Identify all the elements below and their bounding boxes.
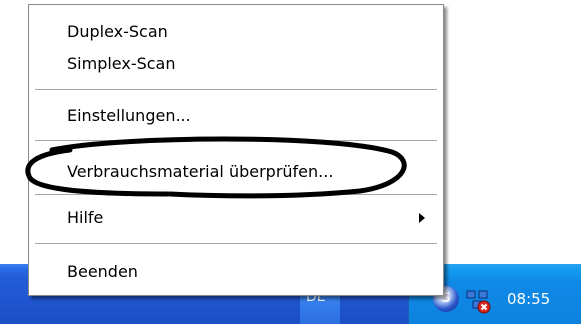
menu-item-simplex-scan[interactable]: Simplex-Scan [29, 51, 443, 77]
menu-separator [35, 140, 437, 142]
menu-item-label: Beenden [67, 262, 138, 281]
menu-item-label: Einstellungen... [67, 106, 191, 125]
menu-separator [35, 194, 437, 196]
menu-item-exit[interactable]: Beenden [29, 259, 443, 285]
menu-item-label: Duplex-Scan [67, 22, 168, 41]
menu-separator [35, 89, 437, 91]
menu-item-label: Verbrauchsmaterial überprüfen... [67, 162, 334, 181]
network-tray-icon[interactable] [465, 288, 491, 314]
menu-item-check-consumables[interactable]: Verbrauchsmaterial überprüfen... [29, 159, 443, 185]
submenu-arrow-icon [419, 213, 425, 223]
tray-context-menu: Duplex-Scan Simplex-Scan Einstellungen..… [28, 4, 444, 296]
menu-item-label: Hilfe [67, 208, 104, 227]
menu-item-settings[interactable]: Einstellungen... [29, 103, 443, 129]
menu-separator [35, 243, 437, 245]
menu-item-label: Simplex-Scan [67, 54, 176, 73]
menu-item-help[interactable]: Hilfe [29, 205, 443, 231]
clock[interactable]: 08:55 [507, 290, 550, 308]
menu-item-duplex-scan[interactable]: Duplex-Scan [29, 19, 443, 45]
